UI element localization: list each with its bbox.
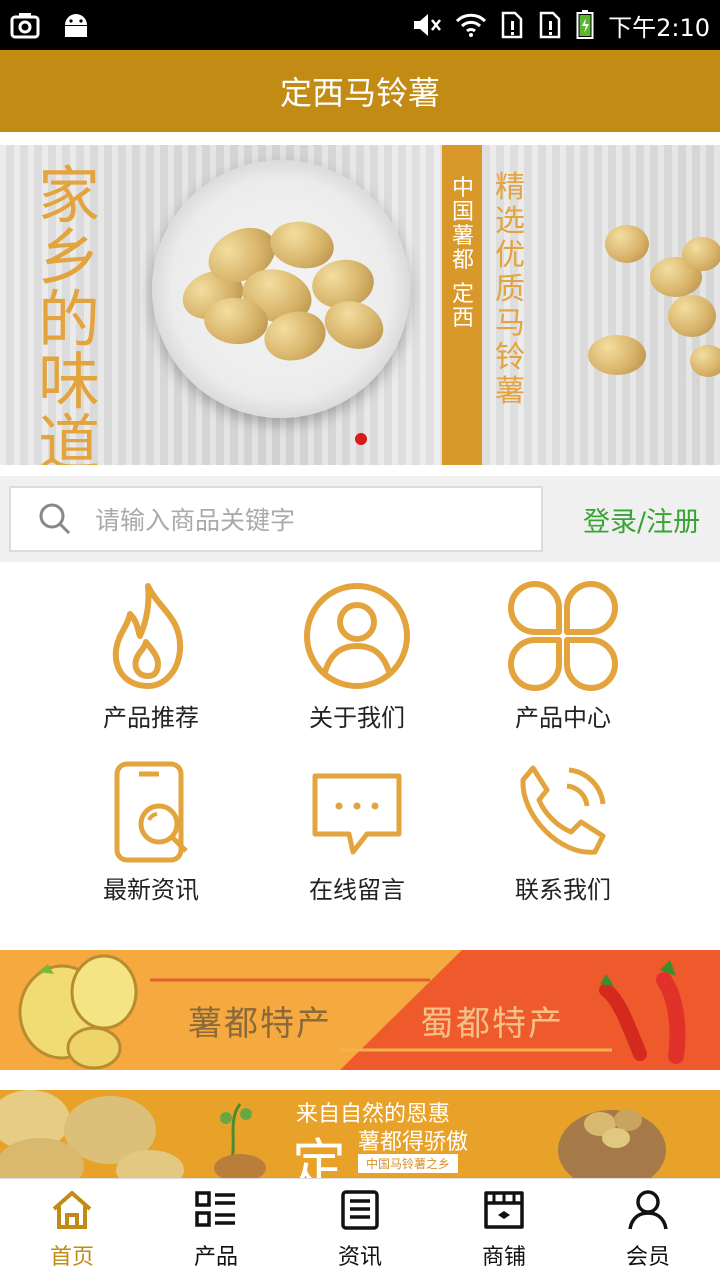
grid-label: 产品推荐: [103, 704, 199, 732]
member-icon: [628, 1190, 668, 1230]
potato-decor: [605, 225, 649, 263]
page-title: 定西马铃薯: [279, 74, 440, 112]
potato-decor: [690, 345, 720, 377]
secondary-banner-line2: 薯都得骄傲: [358, 1130, 469, 1155]
potato-decor: [588, 335, 646, 375]
promo-background: [0, 950, 720, 1070]
search-icon: [39, 503, 71, 535]
list-icon: [195, 1191, 235, 1227]
news-icon: [341, 1190, 379, 1230]
tab-products[interactable]: 产品: [144, 1189, 288, 1271]
bottom-tab-bar: 首页 产品 资讯 商铺 会员: [0, 1178, 720, 1280]
app-header: 定西马铃薯: [0, 50, 720, 132]
tab-label: 产品: [193, 1245, 238, 1270]
flame-icon: [112, 583, 184, 689]
wifi-icon: [456, 13, 487, 37]
login-register-link[interactable]: 登录/注册: [583, 500, 700, 539]
banner-right-slogan: 精选优质马铃薯: [495, 170, 525, 409]
grid-label: 关于我们: [309, 704, 405, 732]
grid-label: 在线留言: [309, 876, 405, 904]
chat-bubble-icon: [312, 773, 402, 855]
grid-item-latest-news[interactable]: 最新资讯: [48, 760, 254, 905]
phone-call-icon: [520, 765, 606, 855]
banner-carousel[interactable]: 家乡的味道 中国薯都 定西 精选优质马铃薯: [0, 145, 720, 465]
secondary-banner-pill: 中国马铃薯之乡: [358, 1154, 459, 1173]
phone-search-icon: [114, 761, 188, 863]
grid-label: 产品中心: [515, 704, 611, 732]
android-icon: [65, 14, 87, 37]
user-icon: [304, 583, 410, 689]
grid-item-contact-us[interactable]: 联系我们: [460, 760, 666, 905]
promo-banner[interactable]: 薯都特产 蜀都特产: [0, 950, 720, 1070]
status-time: 下午2:10: [608, 13, 710, 42]
feature-grid: 产品推荐 关于我们 产品中心 最新资讯 在线留言 联系我们: [0, 562, 720, 950]
tab-label: 会员: [625, 1245, 670, 1270]
mute-icon: [414, 14, 442, 36]
carousel-dot-active[interactable]: [355, 433, 367, 445]
grid-item-product-center[interactable]: 产品中心: [460, 580, 666, 733]
home-icon: [52, 1191, 92, 1229]
strip-title: 中国薯都: [451, 176, 474, 273]
clover-grid-icon: [508, 581, 618, 691]
grid-label: 联系我们: [515, 876, 611, 904]
grid-item-online-message[interactable]: 在线留言: [254, 760, 460, 905]
tab-label: 首页: [49, 1245, 94, 1270]
search-placeholder: 请输入商品关键字: [95, 506, 296, 535]
secondary-banner[interactable]: 来自自然的恩惠 定 薯都得骄傲 中国马铃薯之乡: [0, 1090, 720, 1178]
strip-subtitle: 定西: [451, 282, 474, 331]
tab-home[interactable]: 首页: [0, 1189, 144, 1271]
tab-label: 资讯: [337, 1245, 382, 1270]
battery-icon: [576, 10, 594, 39]
tab-store[interactable]: 商铺: [432, 1189, 576, 1271]
potato-decor: [668, 295, 716, 337]
banner-strip-text: 中国薯都 定西: [449, 177, 477, 331]
potato-decor: [682, 237, 720, 271]
tab-news[interactable]: 资讯: [288, 1189, 432, 1271]
banner-slogan: 家乡的味道: [38, 159, 101, 466]
grid-item-about-us[interactable]: 关于我们: [254, 580, 460, 733]
search-bar-area: 请输入商品关键字 登录/注册: [0, 476, 720, 562]
tab-label: 商铺: [481, 1245, 526, 1270]
secondary-banner-big-char: 定: [292, 1133, 346, 1178]
store-icon: [484, 1191, 524, 1229]
grid-item-product-recommend[interactable]: 产品推荐: [48, 580, 254, 733]
promo-left-label: 薯都特产: [188, 1004, 332, 1044]
sim-alert-icon: [501, 11, 523, 39]
tab-member[interactable]: 会员: [576, 1189, 720, 1271]
sim-alert-icon: [539, 11, 561, 39]
status-bar: 下午2:10: [0, 0, 720, 50]
search-input[interactable]: 请输入商品关键字: [9, 486, 543, 552]
potato-plate-image: [152, 160, 410, 418]
screenshot-icon: [10, 13, 40, 39]
promo-right-label: 蜀都特产: [420, 1004, 564, 1044]
grid-label: 最新资讯: [103, 876, 199, 904]
